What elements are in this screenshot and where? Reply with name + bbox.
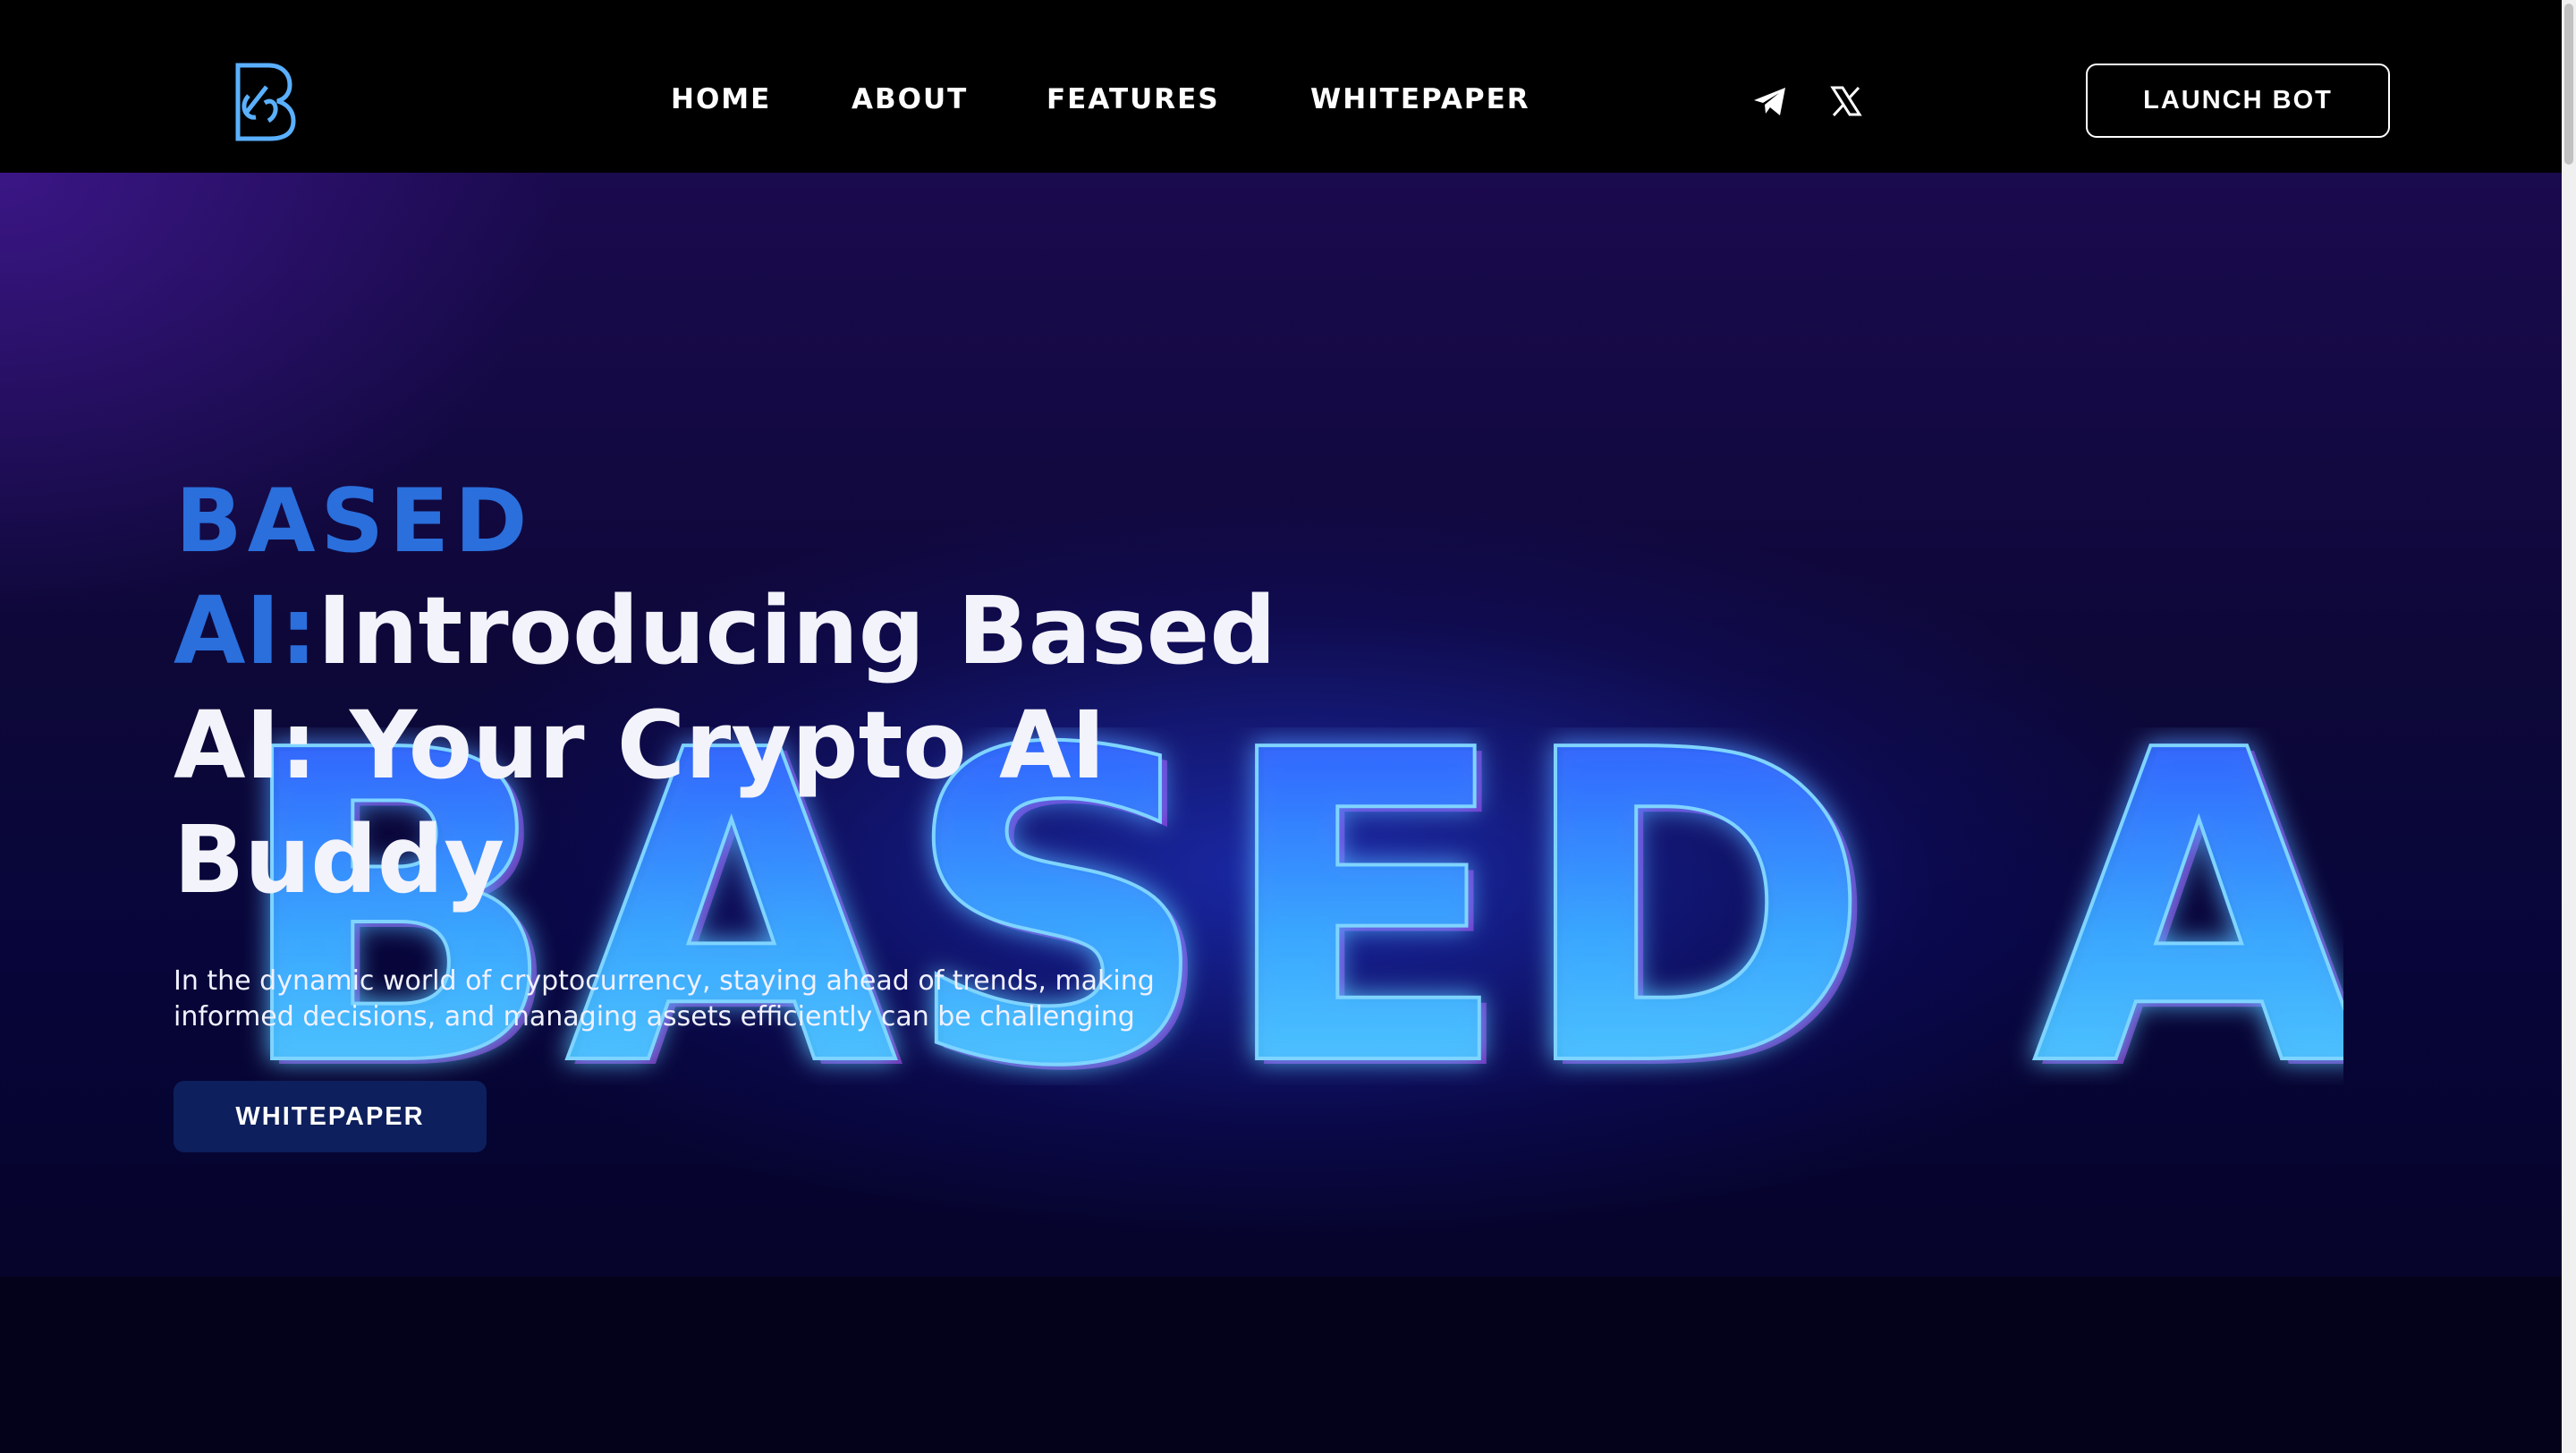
nav-whitepaper[interactable]: Whitepaper: [1310, 79, 1530, 120]
headline-ai-prefix: AI:: [174, 576, 318, 685]
top-navbar: Home About Features Whitepaper Launch Bo…: [0, 0, 2562, 173]
page-scrollbar[interactable]: [2562, 0, 2576, 1453]
based-ai-logo[interactable]: [229, 60, 297, 142]
hero-description: In the dynamic world of cryptocurrency, …: [174, 965, 1155, 1032]
nav-home[interactable]: Home: [671, 79, 771, 120]
hero-headline: AI:Introducing Based AI: Your Crypto AI …: [174, 574, 1301, 917]
hero-section: BASED AI BASED AI BASED AI:Introducing B…: [0, 173, 2562, 1277]
launch-bot-button[interactable]: Launch Bot: [2086, 64, 2390, 138]
section-divider: [0, 1277, 2562, 1453]
nav-features[interactable]: Features: [1046, 79, 1220, 120]
telegram-icon[interactable]: [1751, 82, 1789, 120]
headline-text: Introducing Based AI: Your Crypto AI Bud…: [174, 576, 1276, 914]
scrollbar-thumb[interactable]: [2564, 4, 2573, 165]
brand-wordmark: BASED: [175, 471, 533, 573]
x-icon[interactable]: [1827, 82, 1865, 120]
whitepaper-button[interactable]: Whitepaper: [174, 1081, 487, 1152]
nav-about[interactable]: About: [852, 79, 968, 120]
